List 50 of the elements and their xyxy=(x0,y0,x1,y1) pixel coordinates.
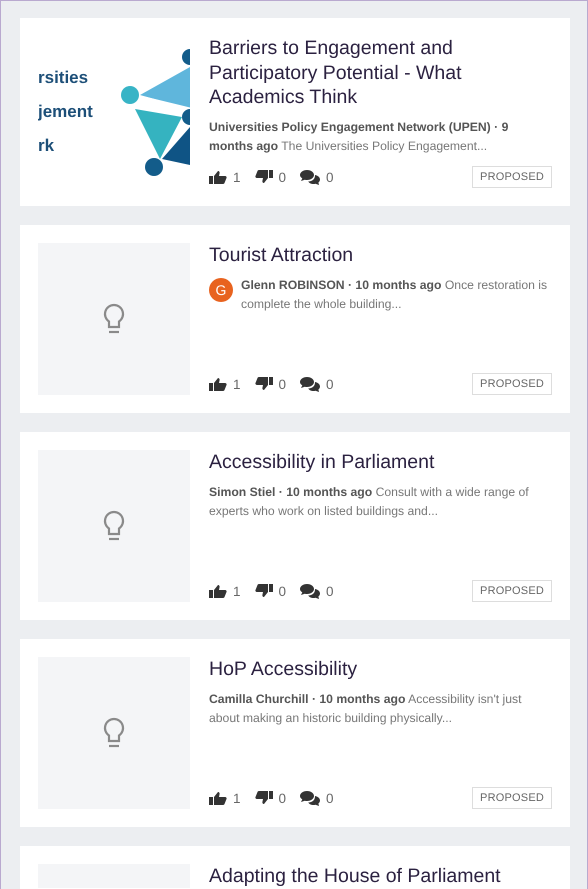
idea-title[interactable]: Barriers to Engagement and Participatory Potential - What Academics Think xyxy=(209,36,552,110)
idea-summary: Universities Policy Engagement Network (UPEN) · 9 months ago The Universities Policy Engagement... xyxy=(209,118,510,155)
thumbs-down-icon[interactable] xyxy=(254,377,273,391)
thumbs-down-icon[interactable] xyxy=(254,584,273,598)
thumbs-down-icon[interactable] xyxy=(254,170,273,184)
upvote-count: 1 xyxy=(233,584,241,598)
upvote-count: 1 xyxy=(233,790,241,806)
lightbulb-icon xyxy=(103,510,125,542)
idea-card[interactable]: HoP Accessibility Camilla Churchill · 10 months ago Accessibility isn't just about making an historic building physically... 1 0 0 PROPOSED xyxy=(20,639,570,827)
idea-summary: Simon Stiel · 10 months ago Consult with a wide range of experts who work on listed buildings and... xyxy=(209,484,530,520)
lightbulb-icon xyxy=(103,303,125,335)
thumbs-up-icon[interactable] xyxy=(209,584,227,598)
network-logo-icon xyxy=(120,47,190,177)
idea-title[interactable]: Accessibility in Parliament xyxy=(209,450,552,474)
thumbs-up-icon[interactable] xyxy=(209,791,227,805)
upvote-count: 1 xyxy=(233,376,241,392)
comment-count: 0 xyxy=(326,790,334,806)
status-badge: PROPOSED xyxy=(472,580,552,602)
lightbulb-icon xyxy=(103,717,125,749)
idea-card[interactable]: Tourist Attraction G Glenn ROBINSON · 10 months ago Once restoration is complete the whole building... 1 0 0 PROPOSED xyxy=(20,225,570,413)
avatar: G xyxy=(209,278,233,302)
status-badge: PROPOSED xyxy=(472,373,552,395)
comments-icon[interactable] xyxy=(300,170,320,184)
comments-icon[interactable] xyxy=(300,790,320,806)
comment-count: 0 xyxy=(326,584,334,598)
upvote-count: 1 xyxy=(233,170,241,184)
logo-text: rk xyxy=(38,136,56,156)
downvote-count: 0 xyxy=(278,584,286,598)
logo-text: jement xyxy=(38,102,93,122)
idea-card[interactable]: Adapting the House of Parliament xyxy=(20,846,570,889)
idea-title[interactable]: Adapting the House of Parliament xyxy=(209,864,552,888)
comment-count: 0 xyxy=(326,170,334,184)
idea-card[interactable]: Accessibility in Parliament Simon Stiel · 10 months ago Consult with a wide range of experts who work on listed buildings and... 1 0 0 PROPOSED xyxy=(20,432,570,620)
idea-summary: Camilla Churchill · 10 months ago Accessibility isn't just about making an historic building physically... xyxy=(209,690,523,726)
thumbs-down-icon[interactable] xyxy=(254,791,273,805)
idea-title[interactable]: HoP Accessibility xyxy=(209,657,552,682)
thumbs-up-icon[interactable] xyxy=(209,377,227,391)
idea-card[interactable] xyxy=(20,18,570,206)
logo-text: rsities xyxy=(38,68,90,88)
comment-count: 0 xyxy=(326,376,334,392)
comments-icon[interactable] xyxy=(300,376,320,392)
downvote-count: 0 xyxy=(278,790,286,806)
idea-title[interactable]: Tourist Attraction xyxy=(209,243,552,268)
downvote-count: 0 xyxy=(278,376,286,392)
status-badge: PROPOSED xyxy=(472,166,552,188)
status-badge: PROPOSED xyxy=(472,787,552,809)
idea-summary: Glenn ROBINSON · 10 months ago Once restoration is complete the whole building... xyxy=(241,276,548,312)
downvote-count: 0 xyxy=(278,170,286,184)
comments-icon[interactable] xyxy=(300,584,320,598)
thumbs-up-icon[interactable] xyxy=(209,170,227,184)
